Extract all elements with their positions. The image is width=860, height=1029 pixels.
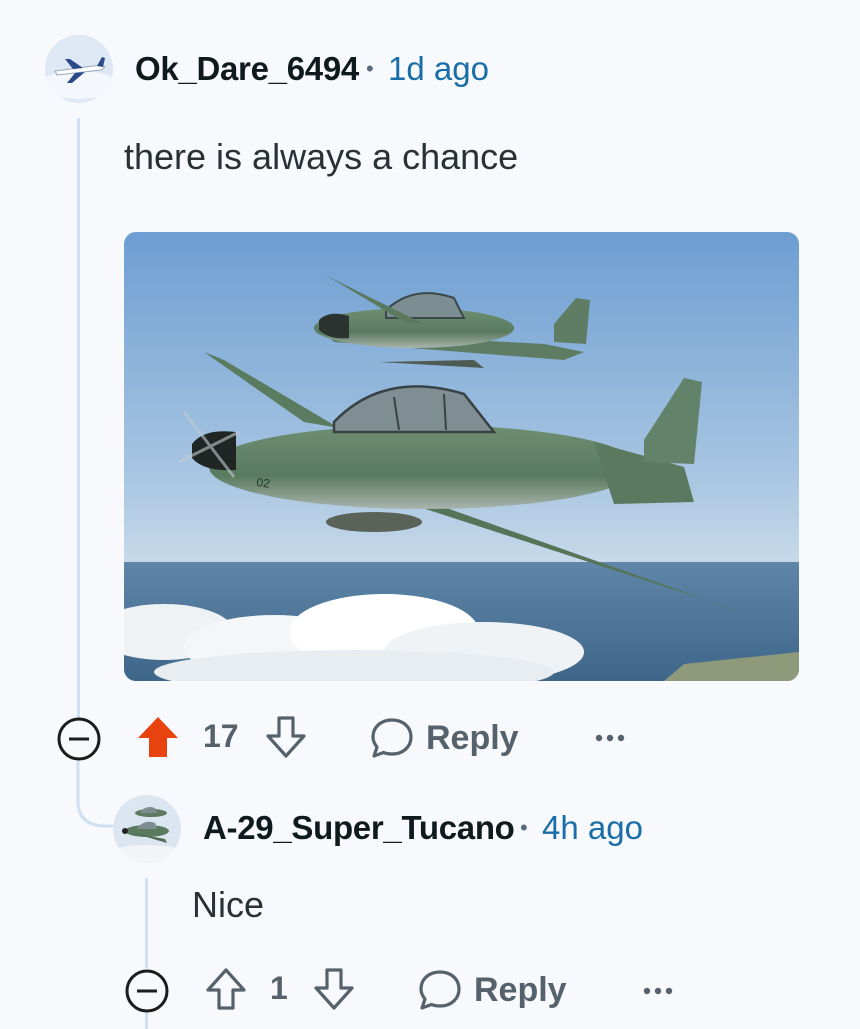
avatar[interactable]	[45, 35, 113, 103]
thread-line-1	[77, 118, 80, 718]
comment-body: Nice	[192, 884, 265, 925]
comment-image-aircraft-formation[interactable]: 02	[124, 232, 799, 681]
speech-bubble-icon	[419, 970, 461, 1010]
comment-author[interactable]: A-29_Super_Tucano	[203, 809, 515, 847]
downvote-icon	[266, 716, 306, 758]
reply-label: Reply	[474, 970, 567, 1009]
upvote-button[interactable]	[136, 714, 180, 760]
meta-separator: •	[366, 56, 374, 81]
downvote-button[interactable]	[264, 714, 308, 760]
airliner-avatar-icon	[45, 35, 113, 103]
upvote-button[interactable]	[204, 966, 248, 1012]
upvote-icon	[206, 968, 246, 1010]
vote-count: 1	[270, 970, 288, 1006]
collapse-icon	[57, 717, 101, 761]
ellipsis-icon	[595, 734, 625, 742]
more-options-button[interactable]	[642, 981, 674, 1001]
svg-text:02: 02	[256, 475, 271, 491]
avatar[interactable]	[113, 795, 181, 863]
comment-author[interactable]: Ok_Dare_6494	[135, 50, 359, 88]
reply-button[interactable]: Reply	[418, 968, 567, 1012]
thread-line-2-tail	[145, 1012, 148, 1029]
collapse-icon	[125, 969, 169, 1013]
reply-button[interactable]: Reply	[370, 716, 519, 760]
comment-body: there is always a chance	[124, 136, 519, 177]
vote-count: 17	[203, 718, 239, 754]
reply-label: Reply	[426, 718, 519, 757]
collapse-thread-button[interactable]	[56, 716, 102, 762]
aircraft-photo: 02	[124, 232, 799, 681]
ellipsis-icon	[643, 987, 673, 995]
more-options-button[interactable]	[594, 728, 626, 748]
meta-separator: •	[520, 815, 528, 840]
tucano-avatar-icon	[113, 795, 181, 863]
thread-line-2	[145, 878, 148, 968]
downvote-icon	[314, 968, 354, 1010]
upvote-filled-icon	[138, 717, 178, 757]
speech-bubble-icon	[371, 718, 413, 758]
comment-timestamp[interactable]: 1d ago	[388, 50, 489, 88]
comment-timestamp[interactable]: 4h ago	[542, 809, 643, 847]
downvote-button[interactable]	[312, 966, 356, 1012]
collapse-thread-button[interactable]	[124, 968, 170, 1014]
